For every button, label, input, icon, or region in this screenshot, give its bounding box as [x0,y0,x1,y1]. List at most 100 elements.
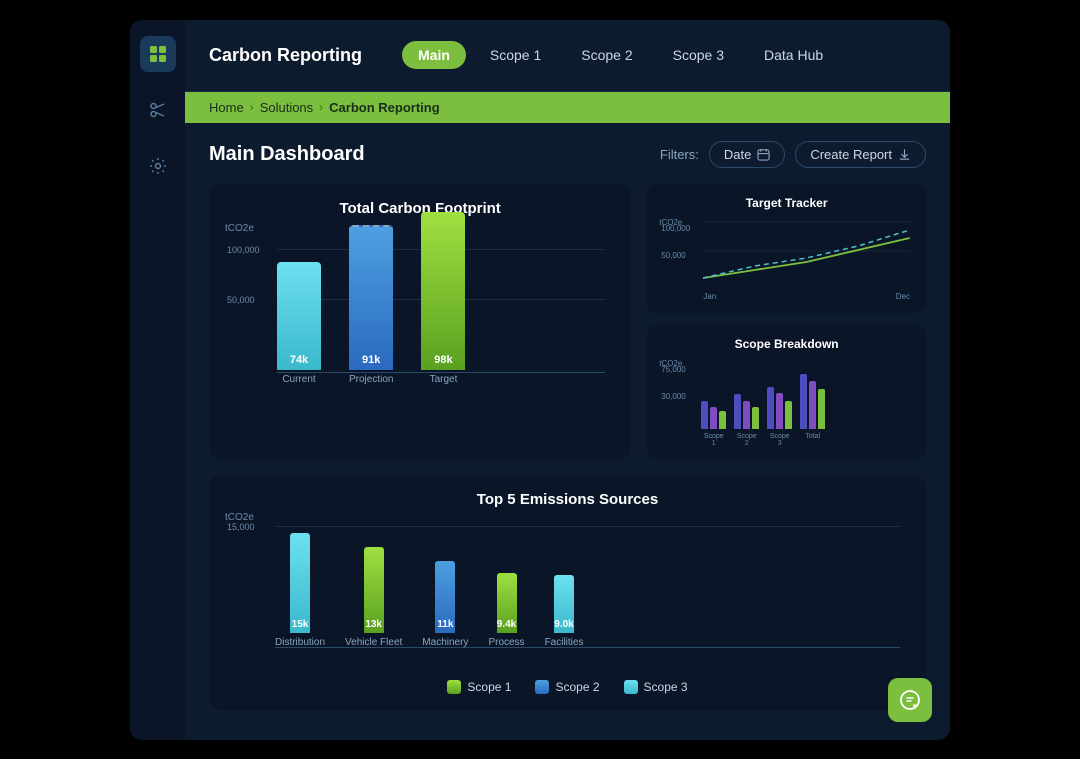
app-window: Carbon Reporting Main Scope 1 Scope 2 Sc… [130,20,950,740]
dashboard-header: Main Dashboard Filters: Date Create Re [209,141,926,168]
sb-group-total [800,374,825,429]
top5-title: Top 5 Emissions Sources [225,491,910,508]
date-filter-label: Date [724,147,751,162]
x-axis-line [277,372,605,373]
app-title: Carbon Reporting [209,45,362,66]
tab-scope3[interactable]: Scope 3 [657,41,740,69]
breadcrumb-solutions[interactable]: Solutions [260,100,313,115]
legend-scope2: Scope 2 [535,680,599,694]
sb-group-scope3 [767,387,792,429]
breadcrumb-home[interactable]: Home [209,100,244,115]
sb-xlabel-scope1: Scope 1 [701,433,726,447]
bar-current-label: Current [282,374,315,385]
bar-projection-label: Projection [349,374,393,385]
sb-bar-t-y2 [809,381,816,429]
sidebar-icon-grid[interactable] [140,36,176,72]
top5-emissions-card: Top 5 Emissions Sources tCO2e 15,000 15k [209,475,926,710]
create-report-button[interactable]: Create Report [795,141,926,168]
machinery-bars: 11k [435,561,455,633]
process-value: 9.4k [497,619,516,630]
facilities-value: 9.0k [554,619,573,630]
chat-button[interactable] [888,678,932,722]
filters-area: Filters: Date Create Report [660,141,926,168]
sidebar [130,20,185,740]
breadcrumb-sep-1: › [250,100,254,114]
breadcrumb-current: Carbon Reporting [329,100,440,115]
top5-15k: 15,000 [227,522,255,532]
top5-bar-process: 9.4k Process [488,573,524,648]
top5-chart: tCO2e 15,000 15k Distrib [225,512,910,672]
sb-bar-s1-y2 [710,407,717,429]
top5-bar-fleet: 13k Vehicle Fleet [345,547,402,648]
sb-bar-s1-y1 [701,401,708,429]
machinery-value: 11k [437,619,453,630]
bar-current-rect: 74k [277,262,321,370]
fleet-bars: 13k [364,547,384,633]
legend-scope3: Scope 3 [624,680,688,694]
bar-projection: 91k Projection [349,225,393,385]
facilities-bar1: 9.0k [554,575,574,633]
dashboard-title: Main Dashboard [209,143,365,166]
tab-scope2[interactable]: Scope 2 [565,41,648,69]
bars-container: 74k Current 91k Projection [277,212,605,385]
y-tick-100k: 100,000 [227,245,260,255]
sb-75k: 75,000 [661,365,685,374]
dashboard: Main Dashboard Filters: Date Create Re [185,123,950,740]
process-bar1: 9.4k [497,573,517,633]
fleet-value: 13k [365,619,382,630]
tt-dec: Dec [896,292,910,301]
legend-scope2-color [535,680,549,694]
sb-30k: 30,000 [661,392,685,401]
bar-current: 74k Current [277,262,321,385]
target-tracker-card: Target Tracker tCO2e 100,000 50,000 [647,184,926,313]
bar-target-rect: 98k [421,212,465,370]
scope-breakdown-chart: tCO2e 75,000 30,000 [659,357,914,447]
main-area: Carbon Reporting Main Scope 1 Scope 2 Sc… [185,20,950,740]
sb-bar-s3-y2 [776,393,783,429]
sb-group-scope2 [734,394,759,429]
sb-bar-s1-y3 [719,411,726,429]
legend-scope1: Scope 1 [447,680,511,694]
tt-jan: Jan [703,292,716,301]
calendar-icon [757,148,770,161]
facilities-bars: 9.0k [554,575,574,633]
tab-datahub[interactable]: Data Hub [748,41,839,69]
download-icon [898,148,911,161]
sb-x-labels: Scope 1 Scope 2 Scope 3 Total [701,433,910,447]
breadcrumb: Home › Solutions › Carbon Reporting [185,92,950,123]
tab-scope1[interactable]: Scope 1 [474,41,557,69]
y-axis-label: tCO2e [225,223,254,234]
top5-x-axis [275,647,900,648]
total-carbon-chart: tCO2e 100,000 50,000 74k [225,225,615,415]
bar-target-value: 98k [434,354,452,366]
legend-scope1-label: Scope 1 [467,680,511,694]
bar-target-label: Target [430,374,458,385]
fleet-bar1: 13k [364,547,384,633]
legend-scope3-color [624,680,638,694]
machinery-bar1: 11k [435,561,455,633]
sb-bar-s2-y1 [734,394,741,429]
sidebar-icon-settings[interactable] [140,148,176,184]
sb-xlabel-scope2: Scope 2 [734,433,759,447]
tt-100k: 100,000 [661,224,690,233]
sb-bar-s2-y3 [752,407,759,429]
bar-projection-value: 91k [362,354,380,366]
sidebar-icon-scissors[interactable] [140,92,176,128]
bar-projection-rect: 91k [349,225,393,370]
legend-scope2-label: Scope 2 [555,680,599,694]
y-tick-50k: 50,000 [227,295,255,305]
scope-breakdown-title: Scope Breakdown [659,337,914,351]
top5-bars: 15k Distribution 13k [275,526,900,648]
legend-scope3-label: Scope 3 [644,680,688,694]
sb-bar-s3-y3 [785,401,792,429]
tt-50k: 50,000 [661,251,685,260]
top5-bar-machinery: 11k Machinery [422,561,468,648]
distribution-value: 15k [292,619,309,630]
breadcrumb-sep-2: › [319,100,323,114]
date-filter-button[interactable]: Date [709,141,785,168]
bar-current-value: 74k [290,354,308,366]
top5-bar-distribution: 15k Distribution [275,533,325,648]
sb-bar-s3-y1 [767,387,774,429]
create-report-label: Create Report [810,147,892,162]
tab-main[interactable]: Main [402,41,466,69]
